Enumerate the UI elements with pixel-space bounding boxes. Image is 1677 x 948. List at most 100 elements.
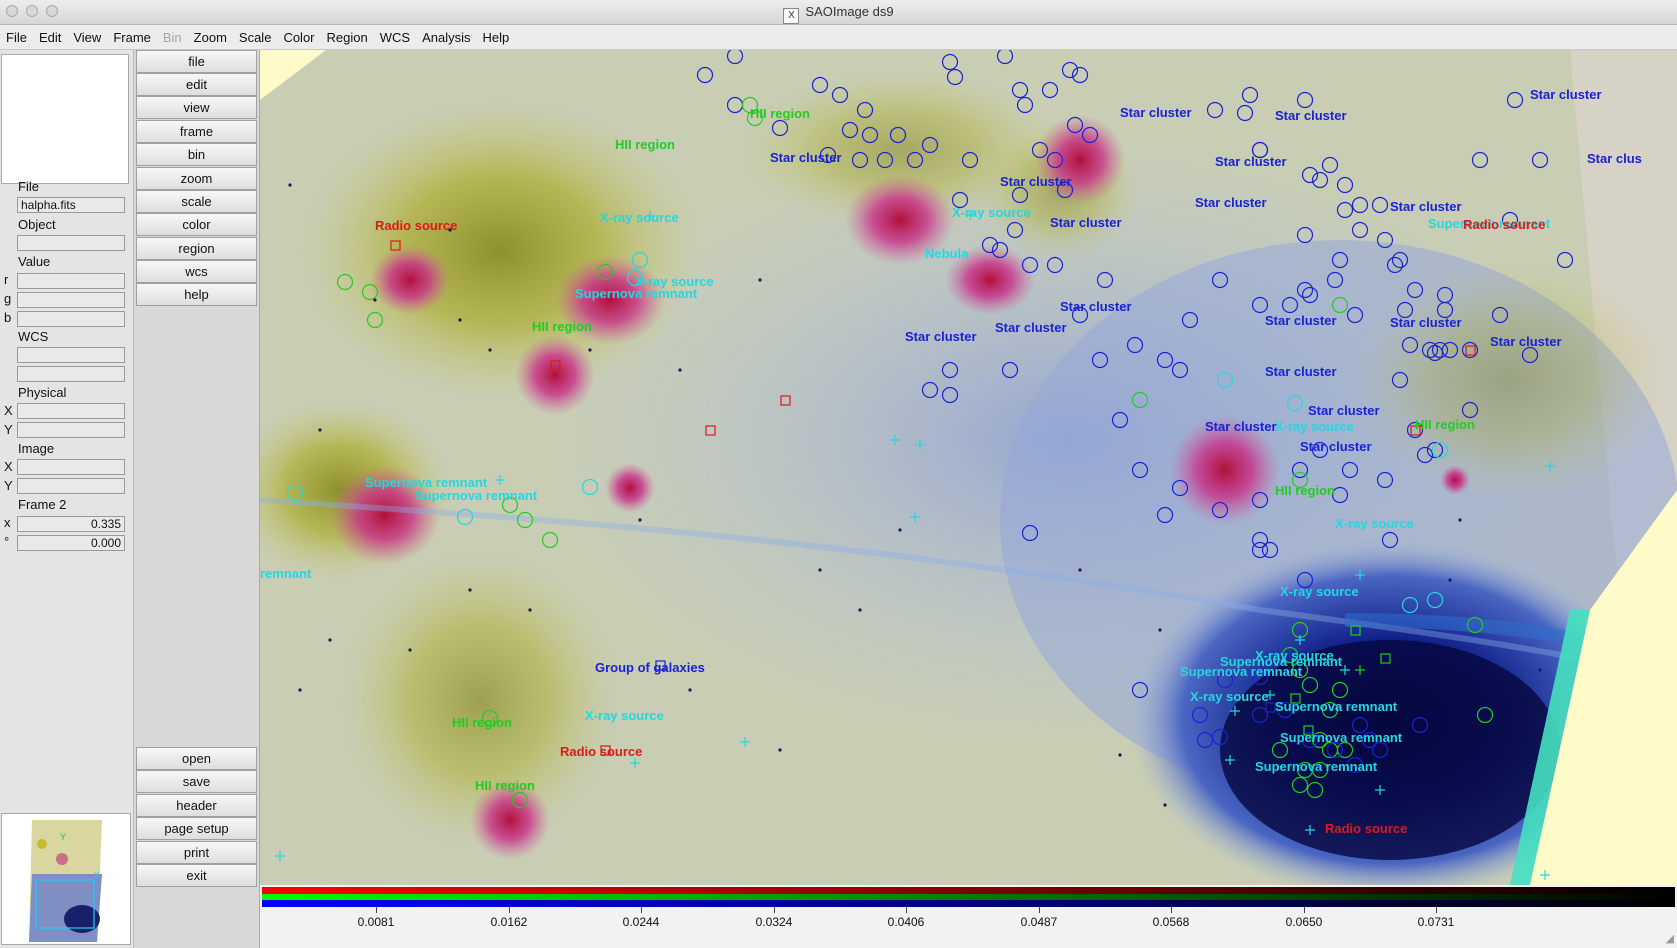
region-label-star-cluster[interactable]: Star clus	[1587, 151, 1642, 166]
region-label-xray-source[interactable]: X-ray source	[1190, 689, 1269, 704]
menu-zoom[interactable]: Zoom	[188, 30, 233, 45]
colorbar-tick-mark	[906, 907, 907, 913]
button-color[interactable]: color	[136, 213, 257, 236]
button-wcs[interactable]: wcs	[136, 260, 257, 283]
region-label-star-cluster[interactable]: Star cluster	[1490, 334, 1562, 349]
region-label-star-cluster[interactable]: Star cluster	[1195, 195, 1267, 210]
value-g-field	[17, 292, 125, 308]
button-scale[interactable]: scale	[136, 190, 257, 213]
image-frame[interactable]: HII region HII region Star cluster Star clu…	[260, 50, 1677, 885]
menu-help[interactable]: Help	[476, 30, 515, 45]
angle-value-field: 0.000	[17, 535, 125, 551]
button-frame[interactable]: frame	[136, 120, 257, 143]
button-header[interactable]: header	[136, 794, 257, 817]
button-region[interactable]: region	[136, 237, 257, 260]
region-label-star-cluster[interactable]: Star cluster	[1390, 199, 1462, 214]
region-label-xray-source[interactable]: X-ray source	[952, 205, 1031, 220]
region-label-star-cluster[interactable]: Star cluster	[995, 320, 1067, 335]
star-dot	[1158, 628, 1162, 632]
region-label-hii-region[interactable]: HII region	[750, 106, 810, 121]
button-edit[interactable]: edit	[136, 73, 257, 96]
button-view[interactable]: view	[136, 96, 257, 119]
region-label-star-cluster[interactable]: Star cluster	[1265, 313, 1337, 328]
menu-frame[interactable]: Frame	[107, 30, 157, 45]
image-x-field	[17, 459, 125, 475]
button-help[interactable]: help	[136, 283, 257, 306]
region-label-supernova-remnant[interactable]: Supernova remnant	[1275, 699, 1398, 714]
region-label-star-cluster[interactable]: Star cluster	[1215, 154, 1287, 169]
region-label-radio-source[interactable]: Radio source	[1325, 821, 1407, 836]
region-label-xray-source[interactable]: X-ray source	[1275, 419, 1354, 434]
colorbar-red-channel	[262, 887, 1675, 894]
menu-edit[interactable]: Edit	[33, 30, 67, 45]
image-y-field	[17, 478, 125, 494]
frame-label: Frame 2	[18, 497, 67, 512]
region-label-star-cluster[interactable]: Star cluster	[1390, 315, 1462, 330]
region-label-supernova-remnant[interactable]: Supernova remnant	[1180, 664, 1303, 679]
button-zoom[interactable]: zoom	[136, 167, 257, 190]
region-label-hii-region[interactable]: HII region	[1275, 483, 1335, 498]
star-dot	[858, 608, 862, 612]
region-label-xray-source[interactable]: X-ray source	[585, 708, 664, 723]
region-label-hii-region[interactable]: HII region	[532, 319, 592, 334]
button-exit[interactable]: exit	[136, 864, 257, 887]
region-label-supernova-remnant[interactable]: Supernova remnant	[575, 286, 698, 301]
region-label-radio-source[interactable]: Radio source	[1463, 217, 1545, 232]
region-label-galaxy-group[interactable]: Group of galaxies	[595, 660, 705, 675]
region-label-star-cluster[interactable]: Star cluster	[1000, 174, 1072, 189]
region-label-supernova-remnant[interactable]: Supernova remnant	[415, 488, 538, 503]
region-label-hii-region[interactable]: HII region	[475, 778, 535, 793]
menu-view[interactable]: View	[67, 30, 107, 45]
region-label-xray-source[interactable]: X-ray source	[1335, 516, 1414, 531]
region-label-xray-source[interactable]: X-ray source	[1280, 584, 1359, 599]
star-dot	[468, 588, 472, 592]
region-label-nebula[interactable]: Nebula	[925, 246, 969, 261]
region-label-star-cluster[interactable]: Star cluster	[1300, 439, 1372, 454]
region-label-hii-region[interactable]: HII region	[1415, 417, 1475, 432]
region-label-star-cluster[interactable]: Star cluster	[1120, 105, 1192, 120]
star-dot	[1118, 753, 1122, 757]
region-label-star-cluster[interactable]: Star cluster	[1530, 87, 1602, 102]
region-label-star-cluster[interactable]: Star cluster	[1060, 299, 1132, 314]
button-bin[interactable]: bin	[136, 143, 257, 166]
region-label-supernova-remnant[interactable]: remnant	[260, 566, 312, 581]
region-label-star-cluster[interactable]: Star cluster	[1050, 215, 1122, 230]
star-dot	[1458, 518, 1462, 522]
value-label: Value	[18, 254, 51, 269]
resize-grip-icon[interactable]: ◢	[1666, 932, 1674, 945]
menu-file[interactable]: File	[0, 30, 33, 45]
region-label-xray-source[interactable]: X-ray source	[600, 210, 679, 225]
object-label: Object	[18, 217, 56, 232]
menu-wcs[interactable]: WCS	[374, 30, 416, 45]
region-label-star-cluster[interactable]: Star cluster	[770, 150, 842, 165]
button-file[interactable]: file	[136, 50, 257, 73]
info-panel: File halpha.fits Object Value r g b WCS …	[0, 50, 134, 948]
region-label-radio-source[interactable]: Radio source	[375, 218, 457, 233]
button-page-setup[interactable]: page setup	[136, 817, 257, 840]
star-dot	[898, 528, 902, 532]
star-dot	[588, 348, 592, 352]
region-label-supernova-remnant[interactable]: Supernova remnant	[1280, 730, 1403, 745]
region-label-star-cluster[interactable]: Star cluster	[905, 329, 977, 344]
colorbar-tick-mark	[1436, 907, 1437, 913]
menu-analysis[interactable]: Analysis	[416, 30, 476, 45]
region-label-hii-region[interactable]: HII region	[615, 137, 675, 152]
region-label-star-cluster[interactable]: Star cluster	[1265, 364, 1337, 379]
star-dot	[818, 568, 822, 572]
panner-view[interactable]: X Y	[1, 813, 131, 945]
menu-scale[interactable]: Scale	[233, 30, 278, 45]
region-label-star-cluster[interactable]: Star cluster	[1308, 403, 1380, 418]
region-label-supernova-remnant[interactable]: Supernova remnant	[1255, 759, 1378, 774]
button-print[interactable]: print	[136, 841, 257, 864]
menu-color[interactable]: Color	[277, 30, 320, 45]
menu-region[interactable]: Region	[321, 30, 374, 45]
region-label-star-cluster[interactable]: Star cluster	[1275, 108, 1347, 123]
star-dot	[488, 348, 492, 352]
region-label-star-cluster[interactable]: Star cluster	[1205, 419, 1277, 434]
region-label-hii-region[interactable]: HII region	[452, 715, 512, 730]
button-open[interactable]: open	[136, 747, 257, 770]
region-label-radio-source[interactable]: Radio source	[560, 744, 642, 759]
button-save[interactable]: save	[136, 770, 257, 793]
colorbar[interactable]	[262, 887, 1675, 907]
astronomical-image[interactable]: HII region HII region Star cluster Star clu…	[260, 50, 1677, 885]
